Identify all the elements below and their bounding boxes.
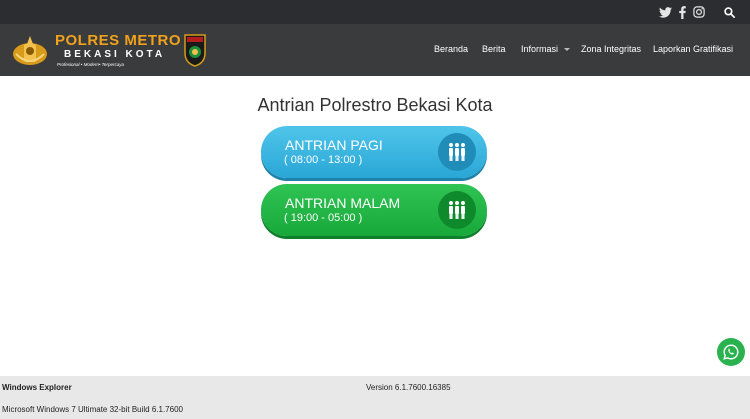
search-icon[interactable] — [722, 4, 736, 20]
nav-item-laporkan-gratifikasi[interactable]: Laporkan Gratifikasi — [653, 44, 733, 54]
system-info-footer: Windows Explorer Version 6.1.7600.16385 … — [0, 376, 750, 419]
instagram-icon[interactable] — [692, 4, 706, 20]
nav-item-informasi-label: Informasi — [521, 44, 559, 54]
page-title: Antrian Polrestro Bekasi Kota — [257, 95, 493, 115]
brand-logo[interactable]: POLRES METRO BEKASI KOTA Profesional • M… — [12, 30, 212, 72]
antrian-malam-hours: ( 19:00 - 05:00 ) — [284, 212, 363, 224]
nav-item-beranda[interactable]: Beranda — [434, 44, 468, 54]
antrian-malam-label: ANTRIAN MALAM — [285, 195, 401, 211]
antrian-pagi-hours: ( 08:00 - 13:00 ) — [284, 154, 363, 166]
brand-subtitle: BEKASI KOTA — [64, 49, 166, 60]
facebook-icon[interactable] — [677, 4, 687, 20]
brand-title: POLRES METRO — [55, 32, 182, 49]
whatsapp-icon — [723, 344, 739, 360]
antrian-pagi-label: ANTRIAN PAGI — [285, 137, 383, 153]
top-bar — [0, 0, 750, 24]
police-emblem-icon — [12, 34, 48, 73]
nav-item-informasi[interactable]: Informasi — [521, 44, 570, 54]
footer-version: Version 6.1.7600.16385 — [366, 383, 451, 392]
people-group-icon — [438, 191, 476, 229]
twitter-icon[interactable] — [658, 4, 672, 20]
footer-app-name: Windows Explorer — [2, 383, 72, 392]
antrian-malam-button[interactable]: ANTRIAN MALAM ( 19:00 - 05:00 ) — [261, 184, 487, 236]
navbar: POLRES METRO BEKASI KOTA Profesional • M… — [0, 24, 750, 76]
badge-emblem-icon — [183, 33, 207, 72]
chevron-down-icon — [563, 48, 570, 52]
antrian-pagi-button[interactable]: ANTRIAN PAGI ( 08:00 - 13:00 ) — [261, 126, 487, 178]
nav-item-zona-integritas[interactable]: Zona Integritas — [581, 44, 641, 54]
brand-tagline: Profesional • Modern• Terpercaya — [57, 62, 125, 67]
people-group-icon — [438, 133, 476, 171]
nav-item-berita[interactable]: Berita — [482, 44, 506, 54]
footer-os-info: Microsoft Windows 7 Ultimate 32-bit Buil… — [2, 405, 183, 414]
whatsapp-button[interactable] — [717, 338, 745, 366]
